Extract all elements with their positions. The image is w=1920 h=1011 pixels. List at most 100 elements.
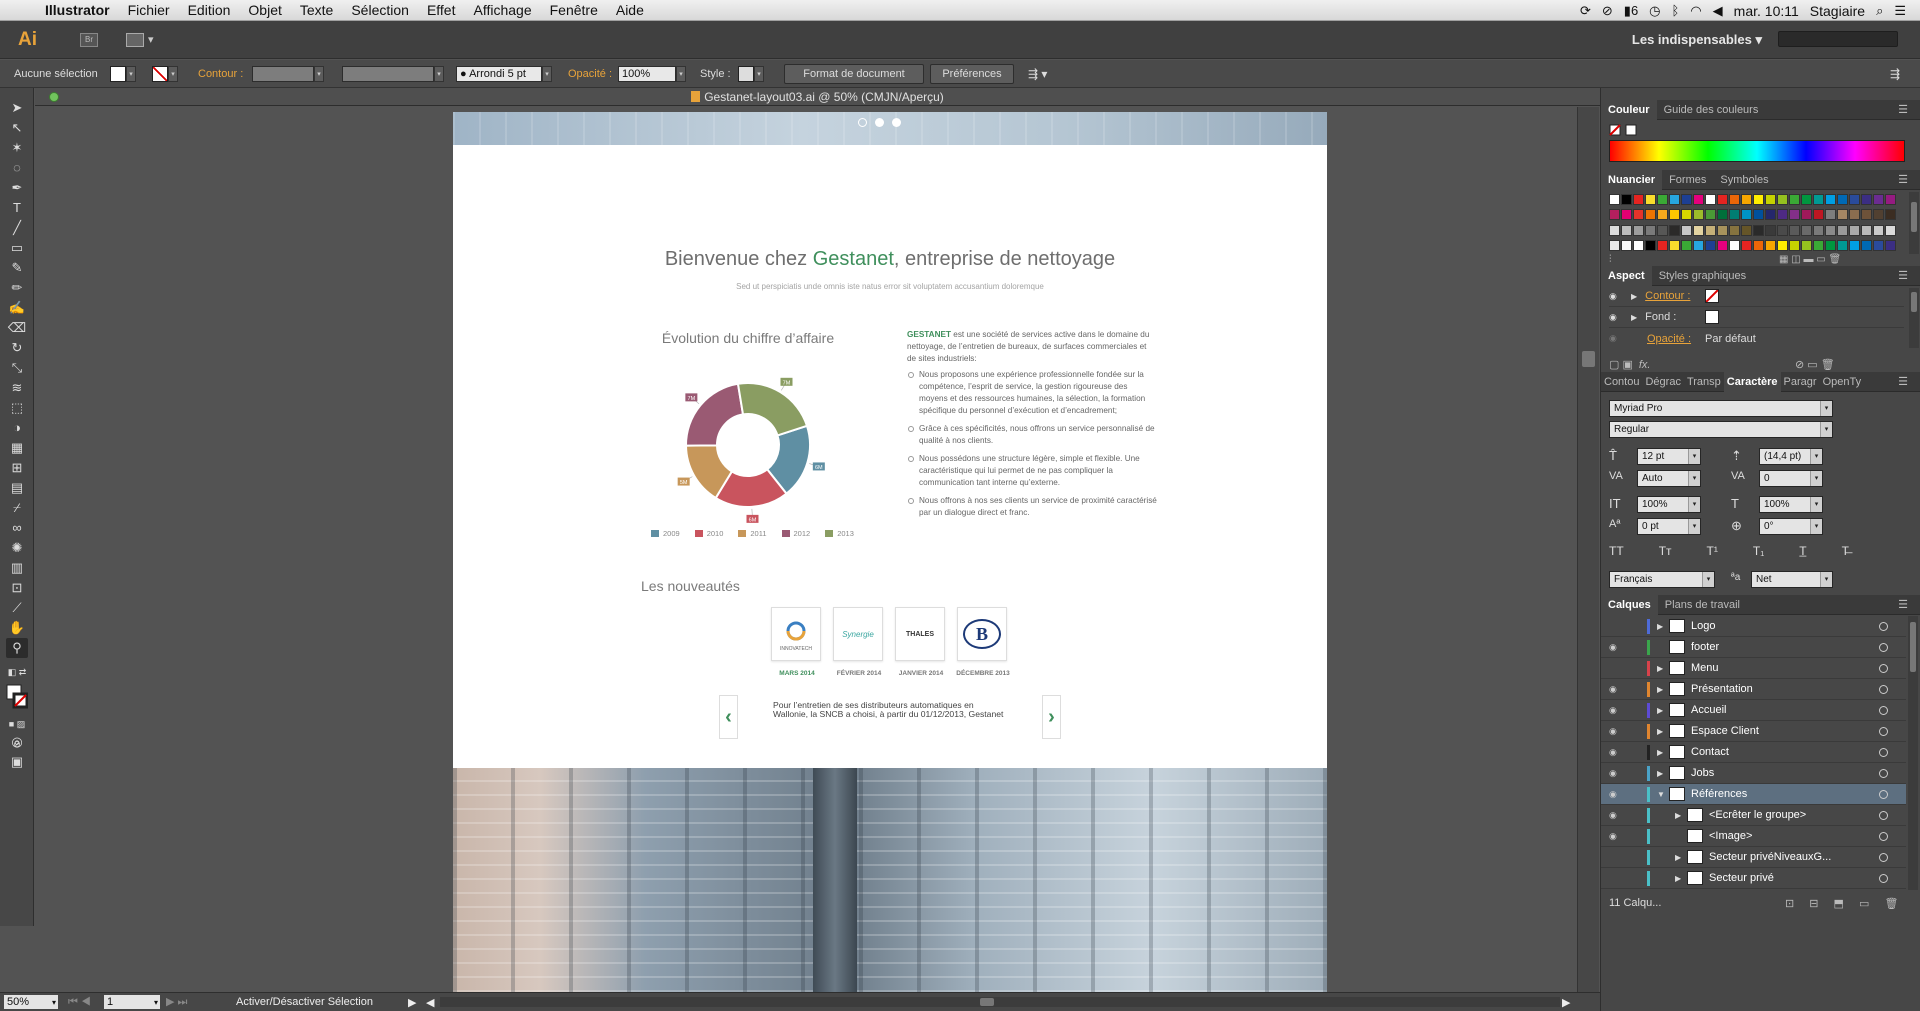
swatch[interactable] <box>1765 239 1776 251</box>
type-tool-icon[interactable]: T <box>6 198 28 218</box>
screen-mode-icon[interactable]: ▣ <box>6 752 28 772</box>
mesh-tool-icon[interactable]: ⊞ <box>6 458 28 478</box>
swatch[interactable] <box>1873 209 1884 221</box>
swatch[interactable] <box>1849 194 1860 205</box>
swatch[interactable] <box>1693 209 1704 221</box>
swatch[interactable] <box>1873 224 1884 236</box>
menu-objet[interactable]: Objet <box>239 2 290 18</box>
appearance-stroke-row[interactable]: ◉ ▶ Contour : <box>1609 286 1904 307</box>
target-icon[interactable] <box>1879 873 1888 883</box>
fill-swatch[interactable]: ▾ <box>110 64 136 84</box>
swatch[interactable] <box>1693 194 1704 205</box>
swatch-footer-icons[interactable]: ⫶ ▦ ◫ ▬ ▭ 🗑 <box>1609 254 1909 265</box>
layer-name[interactable]: Contact <box>1691 746 1729 758</box>
expand-icon[interactable]: ▶ <box>1657 685 1663 694</box>
swatch[interactable] <box>1765 224 1776 236</box>
appearance-footer-icons[interactable]: ▢ ▣ fx. ⊘ ▭ 🗑 <box>1609 358 1909 372</box>
eye-icon[interactable]: ◉ <box>1609 810 1621 821</box>
bluetooth-icon[interactable]: ᛒ <box>1672 3 1680 18</box>
workspace-switcher[interactable]: Les indispensables ▾ <box>1632 32 1762 48</box>
column-graph-tool-icon[interactable]: ▥ <box>6 558 28 578</box>
scroll-thumb[interactable] <box>1911 292 1917 312</box>
swatch[interactable] <box>1861 224 1872 236</box>
menu-affichage[interactable]: Affichage <box>464 2 540 18</box>
swatch[interactable] <box>1633 224 1644 236</box>
stroke-weight-field[interactable]: ▾ <box>252 64 324 84</box>
pencil-tool-icon[interactable]: ✏ <box>6 278 28 298</box>
menu-aide[interactable]: Aide <box>607 2 653 18</box>
scroll-thumb[interactable] <box>1910 622 1916 672</box>
swatch[interactable] <box>1801 224 1812 236</box>
target-icon[interactable] <box>1879 768 1888 778</box>
control-options-icon[interactable]: ⇶ ▾ <box>1028 64 1047 84</box>
swatch[interactable] <box>1849 239 1860 251</box>
swatch[interactable] <box>1789 209 1800 221</box>
eye-icon[interactable]: ◉ <box>1609 684 1621 695</box>
tracking-select[interactable]: 0 ▾ <box>1759 470 1823 487</box>
subscript-icon[interactable]: T₁ <box>1753 544 1764 558</box>
swatch[interactable] <box>1753 194 1764 205</box>
time-machine-icon[interactable]: ◷ <box>1649 3 1660 19</box>
expand-icon[interactable]: ▶ <box>1657 748 1663 757</box>
swatch[interactable] <box>1729 209 1740 221</box>
tab-degrade[interactable]: Dégrac <box>1642 376 1683 388</box>
layer-row[interactable]: ◉▶Secteur privéNiveauxG... <box>1601 847 1906 868</box>
scroll-left-icon[interactable]: ◀ <box>426 995 434 1009</box>
target-icon[interactable] <box>1879 705 1888 715</box>
scroll-thumb[interactable] <box>1911 202 1917 232</box>
swatch[interactable] <box>1609 239 1620 251</box>
user-name[interactable]: Stagiaire <box>1810 3 1865 19</box>
tab-caractere[interactable]: Caractère <box>1723 371 1781 392</box>
swatch[interactable] <box>1885 224 1896 236</box>
kerning-select[interactable]: Auto ▾ <box>1637 470 1701 487</box>
layer-row[interactable]: ◉ <Image> <box>1601 826 1906 847</box>
menu-fichier[interactable]: Fichier <box>119 2 179 18</box>
swatch[interactable] <box>1813 209 1824 221</box>
swatch[interactable] <box>1885 239 1896 251</box>
swatch[interactable] <box>1825 224 1836 236</box>
tab-opentype[interactable]: OpenTy <box>1820 376 1865 388</box>
swatch[interactable] <box>1657 194 1668 205</box>
target-icon[interactable] <box>1879 852 1888 862</box>
tab-styles-graphiques[interactable]: Styles graphiques <box>1652 270 1753 282</box>
swatch[interactable] <box>1693 239 1704 251</box>
swatch[interactable] <box>1681 239 1692 251</box>
scale-tool-icon[interactable]: ⤡ <box>6 358 28 378</box>
swatch[interactable] <box>1621 209 1632 221</box>
eye-icon[interactable]: ◉ <box>1609 642 1621 653</box>
help-search-input[interactable] <box>1778 31 1898 47</box>
expand-icon[interactable]: ▶ <box>1631 292 1637 301</box>
font-size-select[interactable]: 12 pt ▾ <box>1637 448 1701 465</box>
brush-select[interactable]: ● Arrondi 5 pt ▾ <box>456 64 552 84</box>
swatch[interactable] <box>1753 209 1764 221</box>
stroke-label[interactable]: Contour : <box>1645 290 1690 302</box>
swatch[interactable] <box>1729 194 1740 205</box>
menu-fenetre[interactable]: Fenêtre <box>541 2 607 18</box>
status-menu-icon[interactable]: ▶ <box>408 995 416 1009</box>
swatch[interactable] <box>1657 209 1668 221</box>
eye-icon[interactable]: ◉ <box>1609 291 1621 302</box>
slider-dot[interactable] <box>858 118 867 127</box>
swatch[interactable] <box>1681 209 1692 221</box>
layer-row[interactable]: ◉ ▶ Présentation <box>1601 679 1906 700</box>
slider-dot[interactable] <box>875 118 884 127</box>
scroll-right-icon[interactable]: ▶ <box>1562 995 1570 1009</box>
swatch[interactable] <box>1717 239 1728 251</box>
layers-footer-icons[interactable]: ⊡ ⊟ ⬒ ▭ 🗑 <box>1785 897 1904 910</box>
tab-contour[interactable]: Contou <box>1601 376 1642 388</box>
expand-icon[interactable]: ▶ <box>1631 313 1637 322</box>
menu-app[interactable]: Illustrator <box>36 2 119 18</box>
expand-icon[interactable]: ▶ <box>1657 706 1663 715</box>
layer-name[interactable]: footer <box>1691 641 1719 653</box>
swatch[interactable] <box>1765 209 1776 221</box>
chevron-down-icon[interactable]: ▾ <box>314 66 324 82</box>
swatch[interactable] <box>1717 209 1728 221</box>
lasso-tool-icon[interactable]: ◌ <box>6 158 28 178</box>
swatch[interactable] <box>1669 209 1680 221</box>
swatch[interactable] <box>1825 209 1836 221</box>
swatch[interactable] <box>1837 209 1848 221</box>
zoom-select[interactable]: 50% ▾ <box>4 995 58 1009</box>
artboard-select[interactable]: 1 ▾ <box>104 995 160 1009</box>
swatch[interactable] <box>1813 194 1824 205</box>
no-stroke-icon[interactable] <box>1705 289 1719 303</box>
